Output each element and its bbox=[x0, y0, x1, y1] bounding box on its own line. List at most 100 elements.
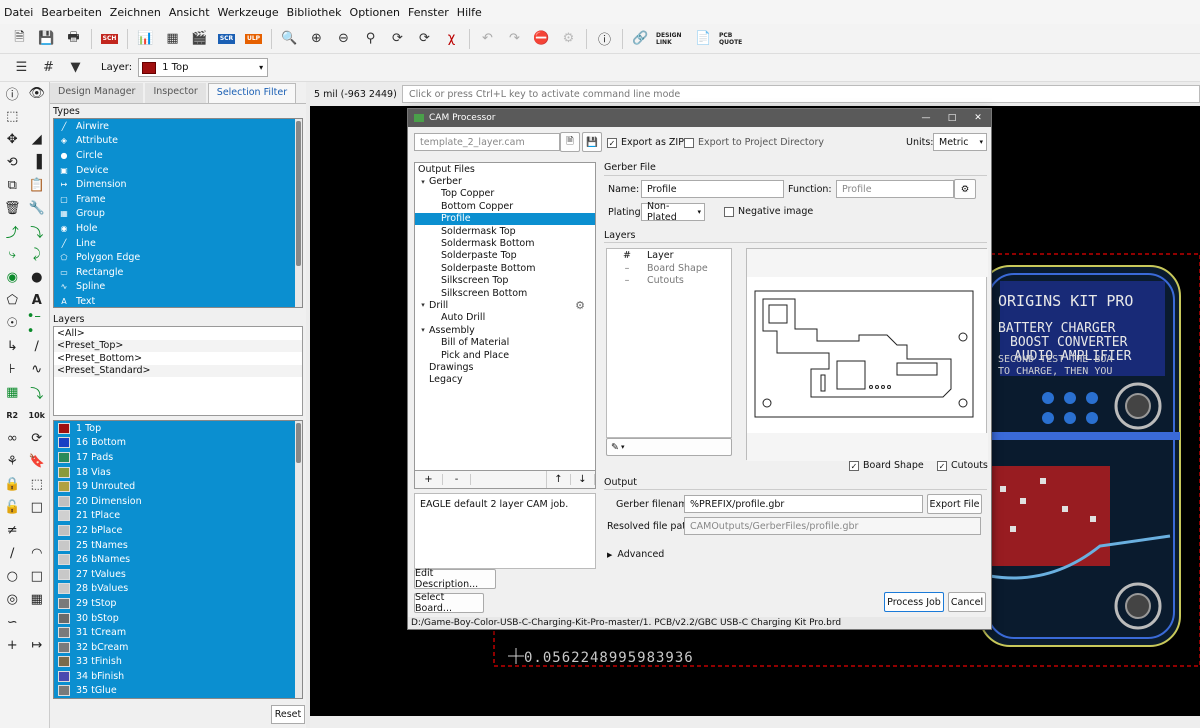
menu-item[interactable]: Bearbeiten bbox=[37, 6, 105, 19]
paste-icon[interactable]: 📋 bbox=[27, 176, 47, 196]
menu-item[interactable]: Werkzeuge bbox=[214, 6, 283, 19]
layer-item[interactable]: 26 bNames bbox=[54, 552, 302, 567]
layer-item[interactable]: 18 Vias bbox=[54, 465, 302, 480]
export-zip-check[interactable]: ✓ bbox=[607, 137, 617, 148]
arc-icon[interactable]: ◠ bbox=[27, 544, 47, 564]
preset-item[interactable]: <Preset_Top> bbox=[54, 339, 302, 352]
tree-node[interactable]: ▾ Drill ⚙ bbox=[415, 299, 595, 312]
job-file-field[interactable]: template_2_layer.cam bbox=[414, 133, 560, 151]
menu-item[interactable]: Optionen bbox=[346, 6, 404, 19]
design-link-icon[interactable]: 🔗 bbox=[630, 28, 652, 50]
minimize-icon[interactable]: — bbox=[913, 113, 939, 123]
select-icon[interactable]: ⬚ bbox=[2, 107, 22, 127]
tree-button[interactable]: ↓ bbox=[571, 474, 595, 485]
filter-icon[interactable]: ▼ bbox=[65, 57, 87, 79]
board-shape-checkbox[interactable]: ✓ Board Shape bbox=[849, 460, 924, 471]
plating-select[interactable]: Non-Plated ▾ bbox=[641, 201, 705, 223]
tree-node[interactable]: Auto Drill bbox=[415, 312, 595, 324]
expand-arrow-icon[interactable]: ▾ bbox=[417, 326, 429, 334]
menu-item[interactable]: Datei bbox=[0, 6, 37, 19]
attribute-icon[interactable]: 🔖 bbox=[27, 452, 47, 472]
save-icon[interactable]: 💾 bbox=[36, 28, 58, 50]
help-icon[interactable]: ⓘ bbox=[594, 28, 616, 50]
menu-item[interactable]: Fenster bbox=[404, 6, 453, 19]
tree-node[interactable]: Soldermask Bottom bbox=[415, 237, 595, 249]
tree-node[interactable]: Soldermask Top bbox=[415, 225, 595, 237]
reset-button[interactable]: Reset bbox=[271, 705, 305, 724]
new-file-icon[interactable]: 🗎 bbox=[9, 28, 31, 50]
stop-icon[interactable]: ⛔ bbox=[531, 28, 553, 50]
function-field[interactable]: Profile bbox=[836, 180, 954, 198]
units-select[interactable]: Metric ▾ bbox=[933, 133, 987, 151]
zoom-fit-icon[interactable]: 🔍 bbox=[279, 28, 301, 50]
type-item[interactable]: ∿ Spline bbox=[54, 280, 302, 295]
design-link-label[interactable]: DESIGN LINK bbox=[656, 32, 690, 46]
zoom-redraw-icon[interactable]: ⟳ bbox=[387, 28, 409, 50]
process-job-button[interactable]: Process Job bbox=[884, 592, 944, 612]
tree-button[interactable]: + bbox=[415, 474, 443, 485]
tree-node[interactable]: Pick and Place bbox=[415, 349, 595, 361]
pad-icon[interactable]: ● bbox=[27, 268, 47, 288]
rectangle-icon[interactable]: □ bbox=[27, 567, 47, 587]
tree-button[interactable]: ↑ bbox=[547, 474, 571, 485]
optimize-icon[interactable]: ⊦ bbox=[2, 360, 22, 380]
type-item[interactable]: ▣ Device bbox=[54, 163, 302, 178]
layer-item[interactable]: 19 Unrouted bbox=[54, 479, 302, 494]
redo-icon[interactable]: ↷ bbox=[504, 28, 526, 50]
cam-layer-row[interactable]: – Cutouts bbox=[607, 275, 731, 288]
advanced-toggle[interactable]: ▶ Advanced bbox=[607, 549, 664, 560]
tree-node[interactable]: Solderpaste Top bbox=[415, 250, 595, 262]
print-icon[interactable]: 🖶 bbox=[63, 28, 85, 50]
preset-list[interactable]: <All> <Preset_Top> <Preset_Bottom> <Preset_… bbox=[53, 326, 303, 416]
type-item[interactable]: ↦ Dimension bbox=[54, 177, 302, 192]
type-item[interactable]: ▢ Frame bbox=[54, 192, 302, 207]
cancel-button[interactable]: Cancel bbox=[948, 592, 986, 612]
tree-node[interactable]: Bottom Copper bbox=[415, 200, 595, 212]
line-icon[interactable]: ∕ bbox=[2, 544, 22, 564]
types-scrollbar[interactable] bbox=[295, 119, 302, 307]
preset-item[interactable]: <Preset_Standard> bbox=[54, 364, 302, 377]
move-icon[interactable]: ✥ bbox=[2, 130, 22, 150]
type-item[interactable]: ◈ Attribute bbox=[54, 134, 302, 149]
via-icon[interactable]: ◉ bbox=[2, 268, 22, 288]
miter-icon[interactable]: ↳ bbox=[2, 337, 22, 357]
replace-icon[interactable]: ⤵ bbox=[27, 383, 47, 403]
layer-item[interactable]: 29 tStop bbox=[54, 596, 302, 611]
layer-item[interactable]: 21 tPlace bbox=[54, 509, 302, 524]
layer-edit-dropdown[interactable]: ✎ ▾ bbox=[606, 438, 732, 456]
paint-icon[interactable]: ⚘ bbox=[2, 452, 22, 472]
ripup-icon[interactable]: ⤵ bbox=[27, 222, 47, 242]
frame-icon[interactable]: ▦ bbox=[27, 590, 47, 610]
schematic-button[interactable]: SCH bbox=[99, 28, 121, 50]
type-item[interactable]: ⬠ Polygon Edge bbox=[54, 250, 302, 265]
script-button[interactable]: SCR bbox=[216, 28, 238, 50]
wrench-icon[interactable]: 🔧 bbox=[27, 199, 47, 219]
net-icon[interactable]: ☉ bbox=[2, 314, 22, 334]
layer-item[interactable]: 31 tCream bbox=[54, 625, 302, 640]
split-line-icon[interactable]: ≠ bbox=[2, 521, 22, 541]
type-item[interactable]: ◉ Hole bbox=[54, 221, 302, 236]
layers-icon[interactable]: ☰ bbox=[11, 57, 33, 79]
pcb-quote-icon[interactable]: 📄 bbox=[693, 28, 715, 50]
grid-icon[interactable]: # bbox=[38, 57, 60, 79]
preset-item[interactable]: <All> bbox=[54, 327, 302, 340]
layer-item[interactable]: 17 Pads bbox=[54, 450, 302, 465]
layer-item[interactable]: 27 tValues bbox=[54, 567, 302, 582]
export-project-check[interactable] bbox=[684, 137, 694, 148]
tree-node[interactable]: Solderpaste Bottom bbox=[415, 262, 595, 274]
refresh-icon[interactable]: ⟳ bbox=[414, 28, 436, 50]
maximize-icon[interactable]: □ bbox=[939, 113, 965, 123]
negative-image-check[interactable] bbox=[724, 206, 734, 217]
hole-icon[interactable]: ◎ bbox=[2, 590, 22, 610]
layer-item[interactable]: 35 tGlue bbox=[54, 684, 302, 698]
autoroute-icon[interactable]: ⤷ bbox=[2, 245, 22, 265]
padlock-icon[interactable]: 🔓 bbox=[2, 498, 22, 518]
pcb-quote-label[interactable]: PCB QUOTE bbox=[719, 32, 749, 46]
preset-item[interactable]: <Preset_Bottom> bbox=[54, 352, 302, 365]
layer-item[interactable]: 28 bValues bbox=[54, 582, 302, 597]
cutouts-checkbox[interactable]: ✓ Cutouts bbox=[937, 460, 988, 471]
ulp-button[interactable]: ULP bbox=[243, 28, 265, 50]
mirror-icon[interactable]: ◢ bbox=[27, 130, 47, 150]
text-icon[interactable]: A bbox=[27, 291, 47, 311]
layer-item[interactable]: 1 Top bbox=[54, 421, 302, 436]
